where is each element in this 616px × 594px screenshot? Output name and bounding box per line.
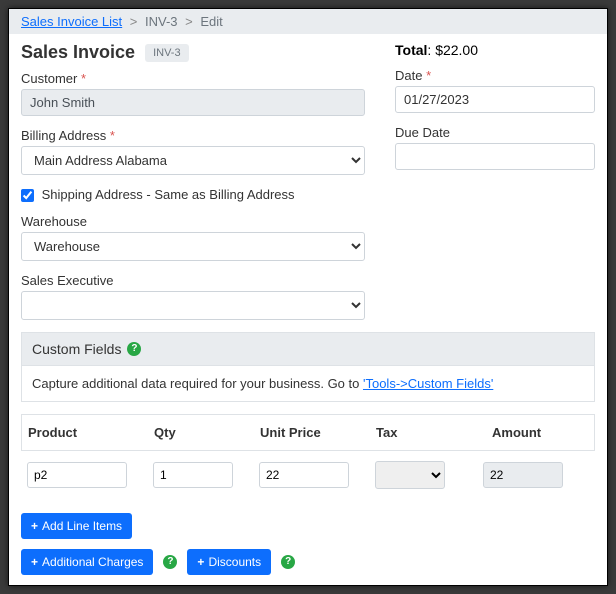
customer-label: Customer * bbox=[21, 71, 365, 86]
breadcrumb-action: Edit bbox=[200, 14, 222, 29]
plus-icon: + bbox=[31, 519, 38, 533]
billing-address-select[interactable]: Main Address Alabama bbox=[21, 146, 365, 175]
help-icon[interactable]: ? bbox=[163, 555, 177, 569]
custom-fields-header: Custom Fields ? bbox=[21, 332, 595, 366]
breadcrumb-root-link[interactable]: Sales Invoice List bbox=[21, 14, 122, 29]
line-items-header: Product Qty Unit Price Tax Amount bbox=[21, 414, 595, 451]
customer-input[interactable] bbox=[21, 89, 365, 116]
sales-exec-select[interactable] bbox=[21, 291, 365, 320]
breadcrumb-sep: > bbox=[130, 14, 138, 29]
discounts-button[interactable]: + Discounts bbox=[187, 549, 271, 575]
date-input[interactable] bbox=[395, 86, 595, 113]
shipping-same-checkbox[interactable] bbox=[21, 189, 34, 202]
help-icon[interactable]: ? bbox=[281, 555, 295, 569]
warehouse-select[interactable]: Warehouse bbox=[21, 232, 365, 261]
add-line-items-button[interactable]: + Add Line Items bbox=[21, 513, 132, 539]
custom-fields-link[interactable]: 'Tools->Custom Fields' bbox=[363, 376, 493, 391]
page-title: Sales Invoice bbox=[21, 42, 135, 63]
breadcrumb-item: INV-3 bbox=[145, 14, 178, 29]
total-display: Total: $22.00 bbox=[395, 42, 595, 58]
help-icon[interactable]: ? bbox=[127, 342, 141, 356]
product-input[interactable] bbox=[27, 462, 127, 488]
unit-price-input[interactable] bbox=[259, 462, 349, 488]
additional-charges-button[interactable]: + Additional Charges bbox=[21, 549, 153, 575]
plus-icon: + bbox=[197, 555, 204, 569]
due-date-input[interactable] bbox=[395, 143, 595, 170]
due-date-label: Due Date bbox=[395, 125, 595, 140]
shipping-same-label: Shipping Address - Same as Billing Addre… bbox=[42, 187, 295, 202]
charges-settings-link[interactable]: 'Settings->Additional Charges And Discou… bbox=[51, 585, 271, 586]
custom-fields-body: Capture additional data required for you… bbox=[21, 366, 595, 402]
plus-icon: + bbox=[31, 555, 38, 569]
tax-select[interactable] bbox=[375, 461, 445, 489]
invoice-id-badge: INV-3 bbox=[145, 44, 189, 62]
sales-exec-label: Sales Executive bbox=[21, 273, 365, 288]
qty-input[interactable] bbox=[153, 462, 233, 488]
warehouse-label: Warehouse bbox=[21, 214, 365, 229]
breadcrumb: Sales Invoice List > INV-3 > Edit bbox=[9, 9, 607, 34]
date-label: Date * bbox=[395, 68, 595, 83]
breadcrumb-sep: > bbox=[185, 14, 193, 29]
line-item-row bbox=[21, 451, 595, 499]
amount-output bbox=[483, 462, 563, 488]
charges-hint: Go to 'Settings->Additional Charges And … bbox=[21, 585, 595, 586]
billing-address-label: Billing Address * bbox=[21, 128, 365, 143]
